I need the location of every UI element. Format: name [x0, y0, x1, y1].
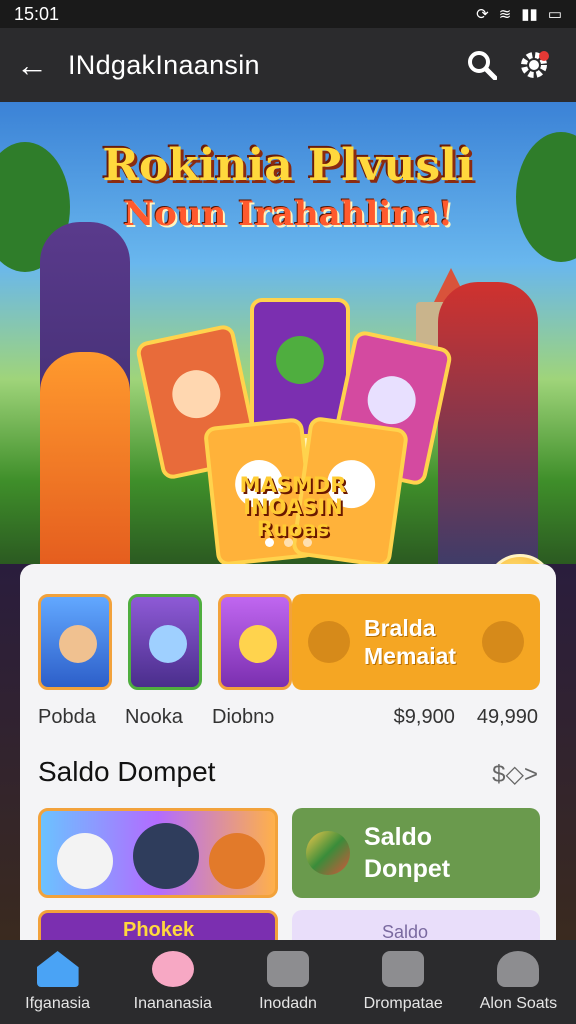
carousel-dots	[0, 538, 576, 547]
saldo-dompet-card[interactable]: Saldo Donpet	[292, 808, 540, 898]
camera-icon	[267, 951, 309, 987]
character-right-warrior	[438, 282, 538, 564]
saldo-card-label: Saldo Donpet	[364, 821, 450, 885]
saldo-label-line1: Saldo	[364, 823, 433, 851]
map-icon	[306, 831, 350, 875]
hammer-icon	[308, 621, 350, 663]
price-row: $9,900 49,990	[394, 706, 538, 729]
game-card	[250, 298, 350, 438]
bottom-nav: Ifganasia Inananasia Inodadn Drompatae A…	[0, 940, 576, 1024]
sync-icon: ⟳	[476, 6, 489, 23]
character-raccoon	[133, 823, 199, 889]
game-name: Pobda	[38, 706, 96, 728]
settings-button[interactable]	[508, 39, 560, 91]
section-title: Saldo Dompet	[38, 756, 216, 787]
section-more-link[interactable]: $◇>	[492, 760, 538, 789]
home-icon	[36, 951, 79, 987]
carousel-dot[interactable]	[302, 538, 312, 547]
profile-icon	[497, 951, 540, 987]
character-bear	[57, 833, 113, 889]
nav-label: Ifganasia	[25, 995, 91, 1012]
page-title: INdgakInaansin	[68, 49, 260, 80]
wallet-button-label: Bralda Memaiat	[364, 614, 468, 670]
featured-game-card[interactable]	[38, 808, 278, 898]
saldo-label-line2: Donpet	[364, 855, 451, 883]
battery-icon: ▭	[547, 6, 562, 23]
nav-label: Inananasia	[133, 995, 212, 1012]
nav-label: Inodadn	[259, 995, 317, 1012]
piggy-bank-icon	[151, 951, 194, 987]
wallet-label-line2: Memaiat	[364, 643, 457, 669]
game-names: Pobda Nooka Diobnɔ	[38, 706, 299, 729]
search-icon	[468, 51, 497, 80]
nav-item-camera[interactable]: Inodadn	[230, 940, 345, 1024]
price: 49,990	[476, 706, 538, 728]
signal-icon: ▮▮	[521, 6, 538, 23]
nav-item-savings[interactable]: Inananasia	[115, 940, 230, 1024]
game-icon-pobda[interactable]	[38, 594, 112, 690]
carousel-dot[interactable]	[264, 538, 274, 547]
status-icons: ⟳ ≋ ▮▮ ▭	[476, 5, 562, 23]
status-time: 15:01	[14, 3, 60, 24]
wallet-label-line1: Bralda	[364, 615, 436, 641]
banner-title: Rokinia Plvusli	[102, 140, 474, 191]
status-bar: 15:01 ⟳ ≋ ▮▮ ▭	[0, 0, 576, 28]
back-button[interactable]: ←	[16, 47, 68, 84]
game-icon-nooka[interactable]	[128, 594, 202, 690]
nav-item-profile[interactable]: Alon Soats	[461, 940, 576, 1024]
game-icon-row	[38, 594, 292, 690]
search-button[interactable]	[456, 39, 508, 91]
nav-item-home[interactable]: Ifganasia	[0, 940, 115, 1024]
app-bar: ← INdgakInaansin	[0, 28, 576, 102]
character-fox	[209, 833, 265, 889]
arrow-left-icon: ←	[16, 46, 48, 83]
nav-label: Alon Soats	[479, 995, 558, 1012]
character-icon	[482, 621, 524, 663]
content-panel: Bralda Memaiat Pobda Nooka Diobnɔ $9,900…	[20, 564, 556, 954]
game-icon-diobno[interactable]	[218, 594, 292, 690]
carousel-dot[interactable]	[283, 538, 293, 547]
wifi-icon: ≋	[498, 6, 512, 23]
game-name: Diobnɔ	[212, 706, 275, 728]
price: $9,900	[393, 706, 455, 728]
nav-item-wallet[interactable]: Drompatae	[346, 940, 461, 1024]
character-left-girl	[40, 352, 130, 564]
game-name: Nooka	[125, 706, 183, 728]
promo-banner[interactable]: Rokinia Plvusli Noun Irahahlina! MASMDR …	[0, 102, 576, 564]
gear-icon	[521, 51, 549, 78]
wallet-icon	[382, 951, 425, 987]
nav-label: Drompatae	[363, 995, 443, 1012]
wallet-button[interactable]: Bralda Memaiat	[292, 594, 540, 690]
banner-card-label: MASMDR INOASIN Ruoas	[239, 473, 347, 541]
